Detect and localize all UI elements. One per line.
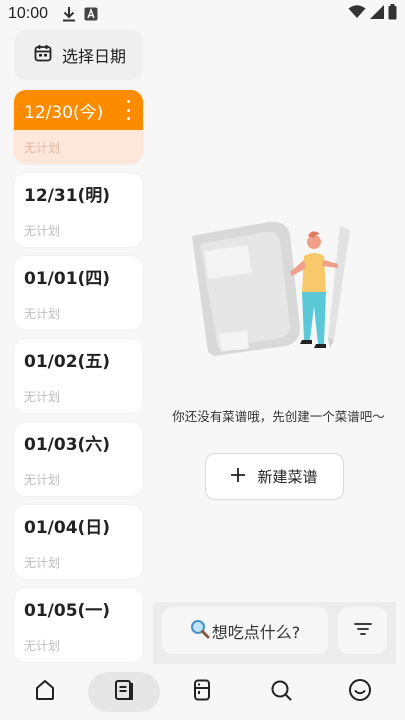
date-card[interactable]: 01/02(五) 无计划 — [14, 339, 143, 413]
new-recipe-label: 新建菜谱 — [257, 468, 318, 486]
search-food-label: 想吃点什么? — [211, 622, 301, 642]
date-card[interactable]: 01/01(四) 无计划 — [14, 256, 143, 330]
date-label: 01/04(日) — [24, 517, 111, 538]
status-bar: 10:00 — [0, 0, 405, 28]
date-label: 12/30(今) — [24, 102, 104, 123]
date-card[interactable]: 12/31(明) 无计划 — [14, 173, 143, 247]
search-food-button[interactable]: 想吃点什么? — [162, 607, 328, 654]
calendar-icon — [34, 44, 52, 66]
download-icon — [62, 6, 76, 22]
date-label: 01/03(六) — [24, 434, 111, 455]
signal-icon — [370, 5, 384, 23]
empty-state-message: 你还没有菜谱哦，先创建一个菜谱吧～ — [172, 409, 385, 424]
home-icon — [34, 679, 56, 705]
select-date-label: 选择日期 — [62, 47, 127, 66]
date-label: 01/05(一) — [24, 600, 111, 621]
plan-status: 无计划 — [24, 223, 61, 238]
filter-button[interactable] — [338, 607, 387, 654]
smile-icon — [348, 678, 372, 706]
bottom-navigation — [0, 664, 405, 720]
plan-status: 无计划 — [24, 555, 61, 570]
select-date-button[interactable]: 选择日期 — [14, 30, 143, 80]
a-notification-icon — [84, 7, 98, 21]
date-card[interactable]: 01/03(六) 无计划 — [14, 422, 143, 496]
fridge-icon — [191, 679, 213, 705]
plan-status: 无计划 — [24, 389, 61, 404]
filter-icon — [353, 621, 372, 640]
recipe-book-icon — [113, 679, 135, 705]
date-label: 12/31(明) — [24, 185, 111, 206]
plan-status: 无计划 — [24, 638, 61, 653]
plan-status: 无计划 — [24, 306, 61, 321]
status-time: 10:00 — [8, 5, 49, 22]
date-list: 12/30(今) 无计划 12/31(明) 无计划 01/01(四) 无计划 0… — [14, 90, 143, 671]
plus-icon — [231, 467, 246, 486]
date-label: 01/01(四) — [24, 268, 111, 289]
nav-profile[interactable] — [324, 672, 396, 712]
nav-home[interactable] — [9, 672, 81, 712]
nav-fridge[interactable] — [166, 672, 238, 712]
new-recipe-button[interactable]: 新建菜谱 — [205, 453, 344, 500]
search-icon — [270, 679, 292, 705]
date-card-today[interactable]: 12/30(今) 无计划 — [14, 90, 143, 164]
date-label: 01/02(五) — [24, 351, 111, 372]
date-card[interactable]: 01/05(一) 无计划 — [14, 588, 143, 662]
more-options-icon[interactable] — [125, 100, 131, 120]
date-card[interactable]: 01/04(日) 无计划 — [14, 505, 143, 579]
nav-search[interactable] — [245, 672, 317, 712]
wifi-icon — [348, 5, 366, 23]
plan-status: 无计划 — [24, 472, 61, 487]
battery-icon — [388, 4, 397, 24]
nav-recipes[interactable] — [87, 672, 160, 712]
magnifier-icon — [190, 619, 210, 643]
plan-status: 无计划 — [24, 140, 61, 155]
empty-recipe-illustration — [192, 221, 350, 356]
